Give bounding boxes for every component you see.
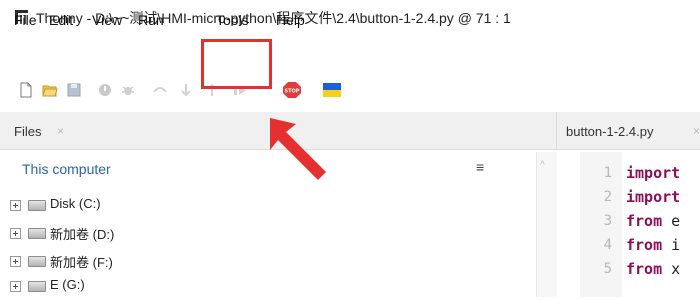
drive-icon [28,228,46,239]
menu-help[interactable]: Help [276,12,305,28]
drive-icon [28,256,46,267]
drive-label: E (G:) [50,277,85,292]
drive-icon [28,200,46,211]
editor-tab[interactable]: button-1-2.4.py [566,124,653,139]
keyword: from [626,236,663,254]
line-number: 5 [603,261,612,277]
files-tab-close-icon[interactable]: × [57,124,64,138]
menu-edit[interactable]: Edit [49,12,73,28]
line-number: 2 [603,189,612,205]
stop-icon[interactable]: STOP [282,81,302,99]
run-icon[interactable] [97,82,113,98]
new-file-icon[interactable] [18,82,34,98]
code-rest: e [662,212,681,230]
drive-label: Disk (C:) [50,196,101,211]
ukraine-flag-icon [323,83,341,97]
code-line[interactable]: import [626,164,680,182]
drive-label: 新加卷 (F:) [50,255,113,270]
drive-label: 新加卷 (D:) [50,227,115,242]
tools-highlight-box [201,39,272,89]
menu-bar [0,34,700,74]
expand-icon[interactable] [10,281,21,292]
files-location-link[interactable]: This computer [22,161,111,177]
open-folder-icon[interactable] [42,82,58,98]
svg-text:STOP: STOP [285,89,300,95]
code-line[interactable]: from i [626,236,680,254]
code-line[interactable]: from x [626,260,680,278]
keyword: import [626,164,681,182]
expand-icon[interactable] [10,200,21,211]
line-number: 4 [603,237,612,253]
files-tab[interactable]: Files [14,124,41,139]
step-into-icon[interactable] [178,82,194,98]
code-rest: i [662,236,681,254]
code-line[interactable]: from e [626,212,680,230]
line-number: 3 [603,213,612,229]
code-line[interactable]: import [626,188,680,206]
keyword: import [626,188,681,206]
files-scrollbar[interactable] [536,152,557,297]
debug-icon[interactable] [120,82,136,98]
code-rest: x [662,260,681,278]
expand-icon[interactable] [10,256,21,267]
step-over-icon[interactable] [152,82,168,98]
scroll-up-arrow-icon[interactable]: ^ [540,160,545,171]
save-icon[interactable] [66,82,82,98]
menu-file[interactable]: File [14,12,37,28]
menu-view[interactable]: View [92,12,122,28]
menu-tools[interactable]: Tools [216,12,249,28]
editor-tab-close-icon[interactable]: × [693,124,700,138]
drive-icon [28,281,46,292]
files-menu-icon[interactable]: ≡ [476,159,484,175]
menu-run[interactable]: Run [138,12,164,28]
line-number: 1 [603,165,612,181]
red-arrow-icon [270,118,326,180]
expand-icon[interactable] [10,228,21,239]
keyword: from [626,212,663,230]
keyword: from [626,260,663,278]
